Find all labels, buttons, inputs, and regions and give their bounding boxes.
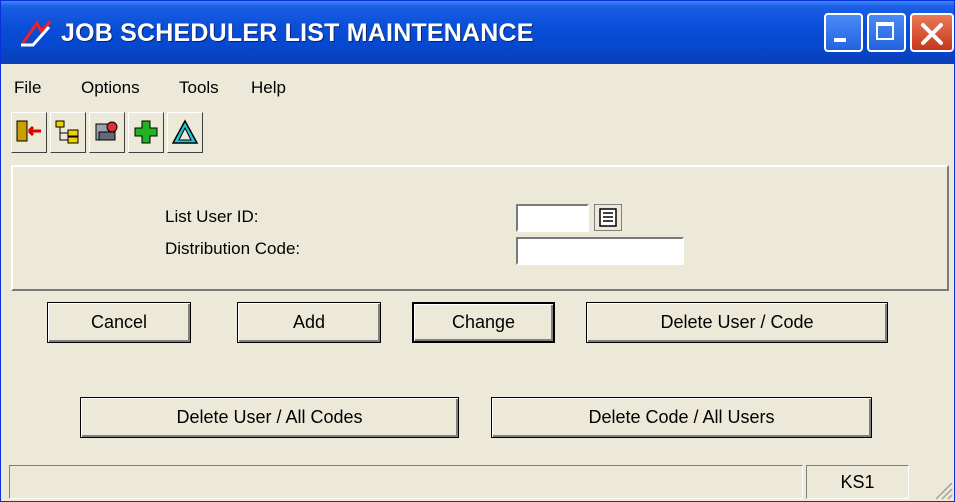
delete-user-all-codes-button[interactable]: Delete User / All Codes	[80, 397, 459, 438]
status-bar: KS1	[1, 463, 954, 501]
change-tool-button[interactable]	[167, 112, 203, 153]
maximize-icon	[876, 22, 894, 40]
tools-icon	[95, 121, 118, 141]
window-title: JOB SCHEDULER LIST MAINTENANCE	[61, 19, 534, 47]
menu-bar: File Options Tools Help	[1, 64, 954, 109]
tree-tool-button[interactable]	[50, 112, 86, 153]
form-panel	[11, 165, 949, 291]
menu-options[interactable]: Options	[81, 78, 140, 98]
add-tool-button[interactable]	[128, 112, 164, 153]
exit-tool-button[interactable]	[11, 112, 47, 153]
minimize-button[interactable]	[824, 13, 863, 52]
status-message	[9, 465, 803, 499]
app-icon	[21, 19, 53, 47]
distribution-code-label: Distribution Code:	[165, 239, 301, 258]
title-bar[interactable]: JOB SCHEDULER LIST MAINTENANCE	[1, 1, 954, 64]
list-user-id-input[interactable]	[516, 204, 589, 232]
tree-icon	[55, 120, 79, 144]
delete-code-all-users-button[interactable]: Delete Code / All Users	[491, 397, 872, 438]
menu-tools[interactable]: Tools	[179, 78, 219, 98]
status-system-id: KS1	[806, 465, 909, 499]
delta-change-icon	[171, 119, 199, 144]
close-icon	[921, 23, 943, 45]
list-user-id-label: List User ID:	[165, 207, 259, 226]
delete-user-code-button[interactable]: Delete User / Code	[586, 302, 888, 343]
minimize-icon	[834, 38, 846, 42]
menu-help[interactable]: Help	[251, 78, 286, 98]
maximize-button[interactable]	[867, 13, 906, 52]
add-button[interactable]: Add	[237, 302, 381, 343]
exit-icon	[16, 120, 41, 142]
tools-tool-button[interactable]	[89, 112, 125, 153]
menu-file[interactable]: File	[14, 78, 41, 98]
resize-grip-icon[interactable]	[930, 477, 954, 501]
app-window: JOB SCHEDULER LIST MAINTENANCE File Opti…	[0, 0, 955, 502]
add-plus-icon	[134, 120, 158, 144]
cancel-button[interactable]: Cancel	[47, 302, 191, 343]
distribution-code-input[interactable]	[516, 237, 684, 265]
lookup-list-icon[interactable]	[594, 204, 622, 231]
change-button[interactable]: Change	[412, 302, 555, 343]
close-button[interactable]	[910, 13, 954, 52]
